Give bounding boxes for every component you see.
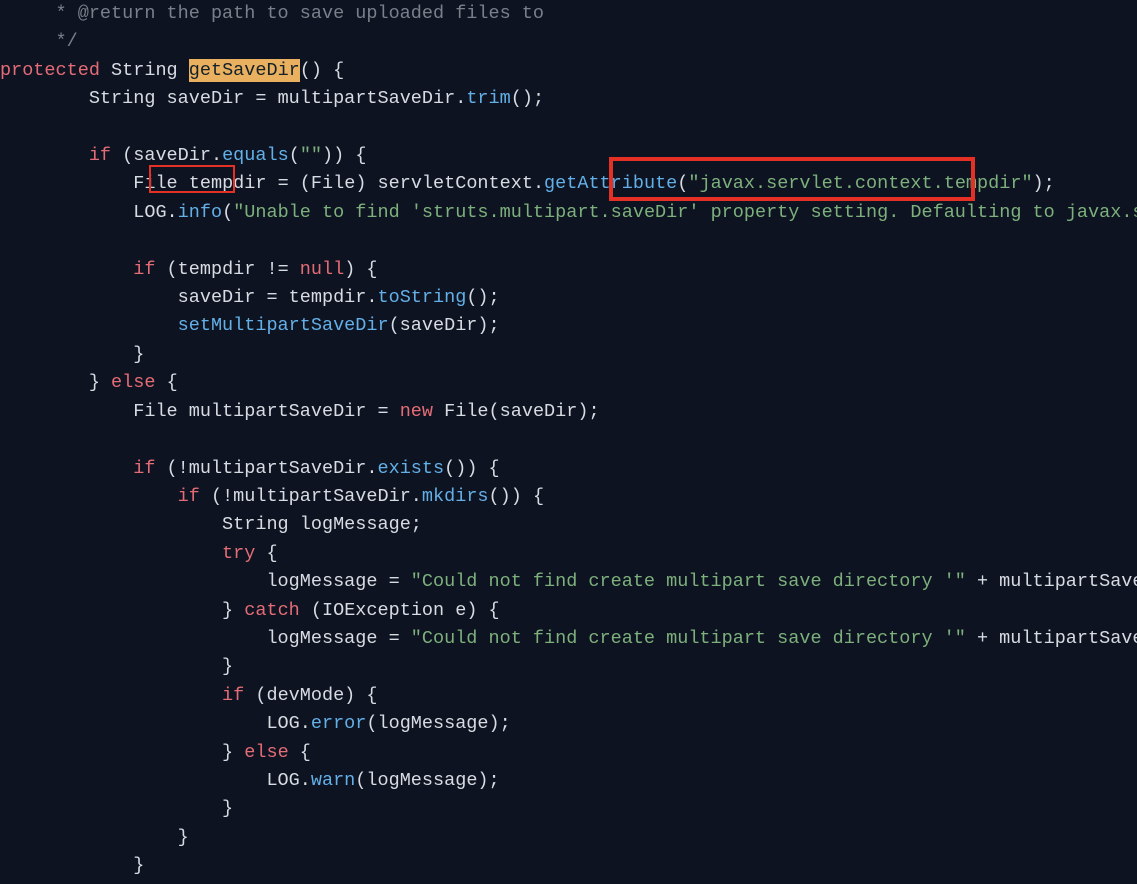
source-code-view: * @return the path to save uploaded file… <box>0 0 1137 881</box>
